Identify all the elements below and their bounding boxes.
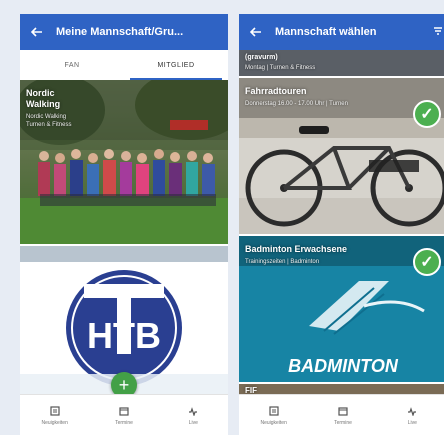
calendar-icon xyxy=(118,405,130,417)
team-title: (gravurm) xyxy=(245,54,278,61)
right-bottom-nav: Neuigkeiten Termine Live xyxy=(239,394,444,435)
team-list-item[interactable]: Fahrradtouren Donnerstag 16.00 - 17.00 U… xyxy=(239,78,444,234)
card-title: Nordic Walking xyxy=(26,88,60,110)
team-subtitle: Trainingszeiten | Badminton xyxy=(245,259,320,265)
nav-label-live: Live xyxy=(407,419,417,426)
card-title-line2: Walking xyxy=(26,99,61,109)
live-icon xyxy=(187,405,199,417)
calendar-icon xyxy=(337,405,349,417)
card-subtitle-line2: Turnen & Fitness xyxy=(26,122,72,128)
newspaper-icon xyxy=(49,405,61,417)
checkmark-icon[interactable]: ✓ xyxy=(413,100,441,128)
card-divider-strip xyxy=(20,246,228,262)
right-phone-screen: Mannschaft wählen (gravurm) Montag | Tur… xyxy=(239,14,444,435)
left-tabs: FAN MITGLIED xyxy=(20,50,228,80)
nav-label-news: Neuigkeiten xyxy=(260,419,287,426)
team-title: Badminton Erwachsene xyxy=(245,244,348,254)
card-subtitle-line1: Nordic Walking xyxy=(26,114,67,120)
page-title: Mannschaft wählen xyxy=(275,26,377,38)
filter-icon[interactable] xyxy=(433,26,443,39)
newspaper-icon xyxy=(268,405,280,417)
nav-label-dates: Termine xyxy=(115,419,133,426)
back-arrow-icon[interactable] xyxy=(247,23,265,41)
htb-logo-text: HTB xyxy=(87,315,161,356)
back-arrow-icon[interactable] xyxy=(28,23,46,41)
nav-item-news[interactable]: Neuigkeiten xyxy=(239,395,308,435)
page-title: Meine Mannschaft/Gru... xyxy=(56,26,184,38)
badminton-image-text: BADMINTON xyxy=(288,356,399,376)
nav-item-dates[interactable]: Termine xyxy=(89,395,158,435)
tab-mitglied[interactable]: MITGLIED xyxy=(124,50,228,80)
team-list-item[interactable]: BADMINTON Badminton Erwachsene Trainings… xyxy=(239,236,444,382)
nav-label-live: Live xyxy=(188,419,198,426)
tab-fan[interactable]: FAN xyxy=(20,50,124,80)
right-app-bar: Mannschaft wählen xyxy=(239,14,444,50)
team-card-nordic-walking[interactable]: Nordic Walking Nordic Walking Turnen & F… xyxy=(20,80,228,244)
left-bottom-nav: Neuigkeiten Termine Live xyxy=(20,394,228,435)
live-icon xyxy=(406,405,418,417)
nav-item-news[interactable]: Neuigkeiten xyxy=(20,395,89,435)
left-phone-screen: Meine Mannschaft/Gru... FAN MITGLIED Nor… xyxy=(20,14,228,435)
team-subtitle: Donnerstag 16.00 - 17.00 Uhr | Turnen xyxy=(245,101,348,107)
nav-item-dates[interactable]: Termine xyxy=(308,395,377,435)
left-app-bar: Meine Mannschaft/Gru... xyxy=(20,14,228,50)
nav-item-live[interactable]: Live xyxy=(159,395,228,435)
card-title-line1: Nordic xyxy=(26,88,55,98)
team-subtitle: Montag | Turnen & Fitness xyxy=(245,65,316,71)
nav-label-dates: Termine xyxy=(334,419,352,426)
nav-item-live[interactable]: Live xyxy=(378,395,444,435)
checkmark-icon[interactable]: ✓ xyxy=(413,248,441,276)
nav-label-news: Neuigkeiten xyxy=(41,419,68,426)
team-list-item[interactable]: (gravurm) Montag | Turnen & Fitness xyxy=(239,50,444,76)
team-title: Fahrradtouren xyxy=(245,86,307,96)
card-subtitle: Nordic Walking Turnen & Fitness xyxy=(26,113,71,129)
